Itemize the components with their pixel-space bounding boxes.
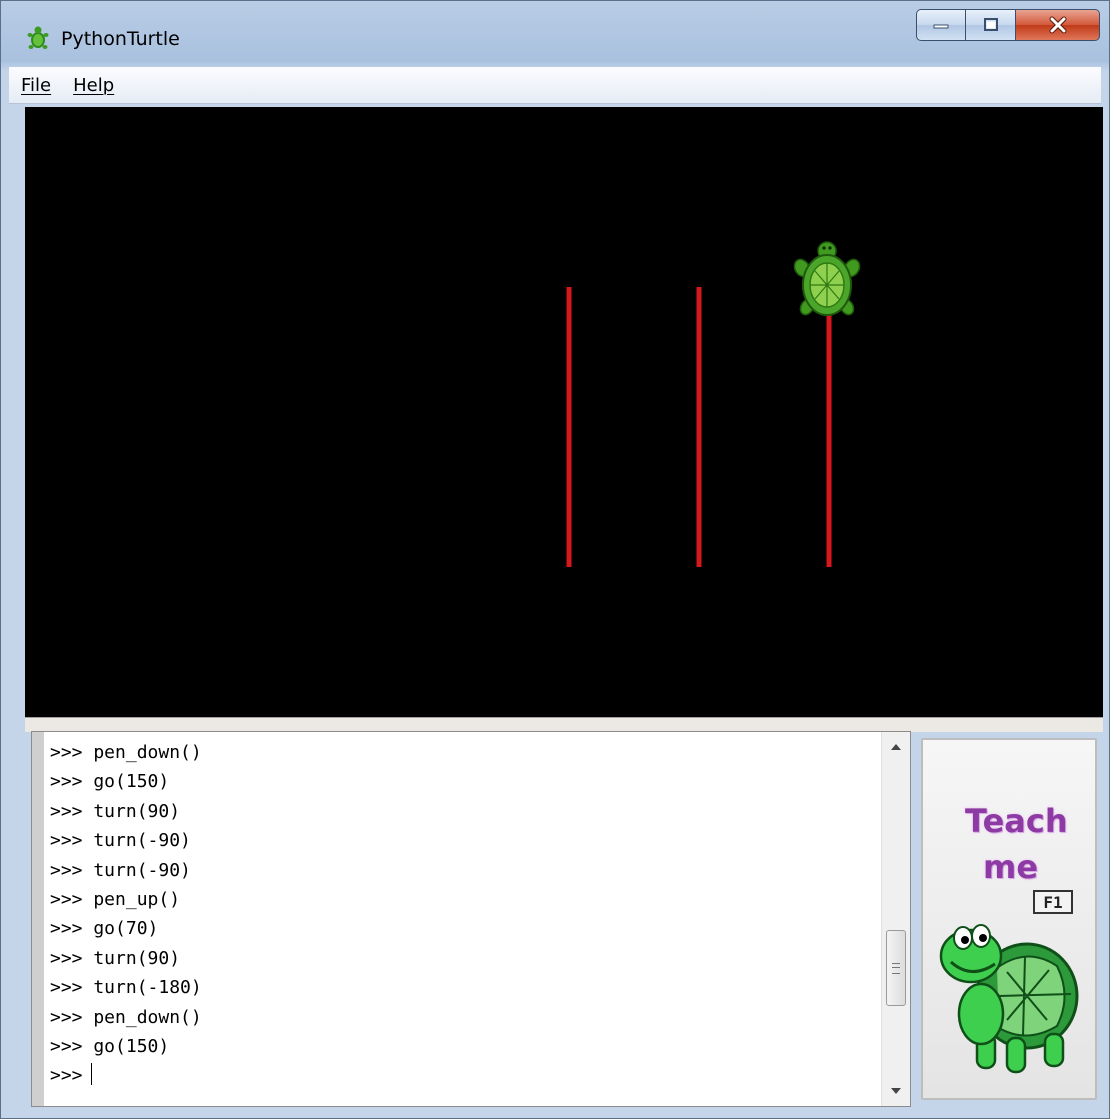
shell-line: >>> turn(-90) [50, 859, 191, 881]
grip-icon [892, 962, 900, 974]
shell-output: >>> pen_down() >>> go(150) >>> turn(90) … [50, 738, 870, 1091]
teach-me-title-line1: Teach [965, 802, 1068, 840]
shell-line: >>> go(150) [50, 771, 170, 793]
text-caret [90, 1063, 92, 1086]
f1-key-badge: F1 [1033, 890, 1073, 914]
menu-file[interactable]: File [11, 75, 61, 96]
shell-line: >>> go(150) [50, 1035, 170, 1057]
shell-line: >>> turn(-90) [50, 830, 191, 852]
scroll-down-button[interactable] [882, 1078, 910, 1104]
scroll-thumb[interactable] [886, 930, 906, 1006]
minimize-icon [933, 24, 949, 29]
teach-me-title-line2: me [983, 848, 1039, 886]
shell-line: >>> go(70) [50, 918, 159, 940]
shell-gutter [32, 732, 44, 1106]
close-button[interactable] [1016, 9, 1100, 41]
shell-line: >>> turn(90) [50, 800, 181, 822]
scroll-up-icon [891, 744, 901, 750]
scroll-down-icon [891, 1088, 901, 1094]
turtle-app-icon [27, 26, 49, 49]
shell-line: >>> pen_down() [50, 1006, 202, 1028]
turtle-mascot-icon [939, 924, 1079, 1074]
shell-scrollbar[interactable] [881, 732, 910, 1106]
maximize-button[interactable] [966, 9, 1016, 41]
turtle-canvas[interactable] [25, 107, 1103, 717]
pane-splitter[interactable] [25, 717, 1103, 732]
maximize-icon [983, 18, 998, 31]
turtle-drawing [566, 241, 861, 567]
python-shell[interactable]: >>> pen_down() >>> go(150) >>> turn(90) … [31, 731, 911, 1107]
shell-input-line[interactable]: >>> [50, 1061, 870, 1090]
turtle-sprite-icon [793, 241, 861, 316]
teach-me-button[interactable]: Teach me F1 [921, 738, 1097, 1100]
minimize-button[interactable] [916, 9, 966, 41]
window-bottom-edge [9, 1107, 1103, 1113]
close-icon [1049, 16, 1066, 34]
shell-line: >>> pen_down() [50, 742, 202, 763]
shell-line: >>> turn(-180) [50, 977, 202, 999]
shell-line: >>> turn(90) [50, 947, 181, 969]
menu-bar: File Help [9, 67, 1101, 104]
window-controls [916, 9, 1100, 43]
title-bar[interactable]: PythonTurtle [1, 1, 1109, 67]
window-title: PythonTurtle [61, 28, 180, 50]
menu-help[interactable]: Help [63, 75, 124, 96]
shell-line: >>> pen_up() [50, 888, 181, 910]
scroll-up-button[interactable] [882, 734, 910, 760]
shell-prompt: >>> [50, 1065, 83, 1087]
app-window: PythonTurtle File Help >>> pen_down() >>… [0, 0, 1110, 1119]
